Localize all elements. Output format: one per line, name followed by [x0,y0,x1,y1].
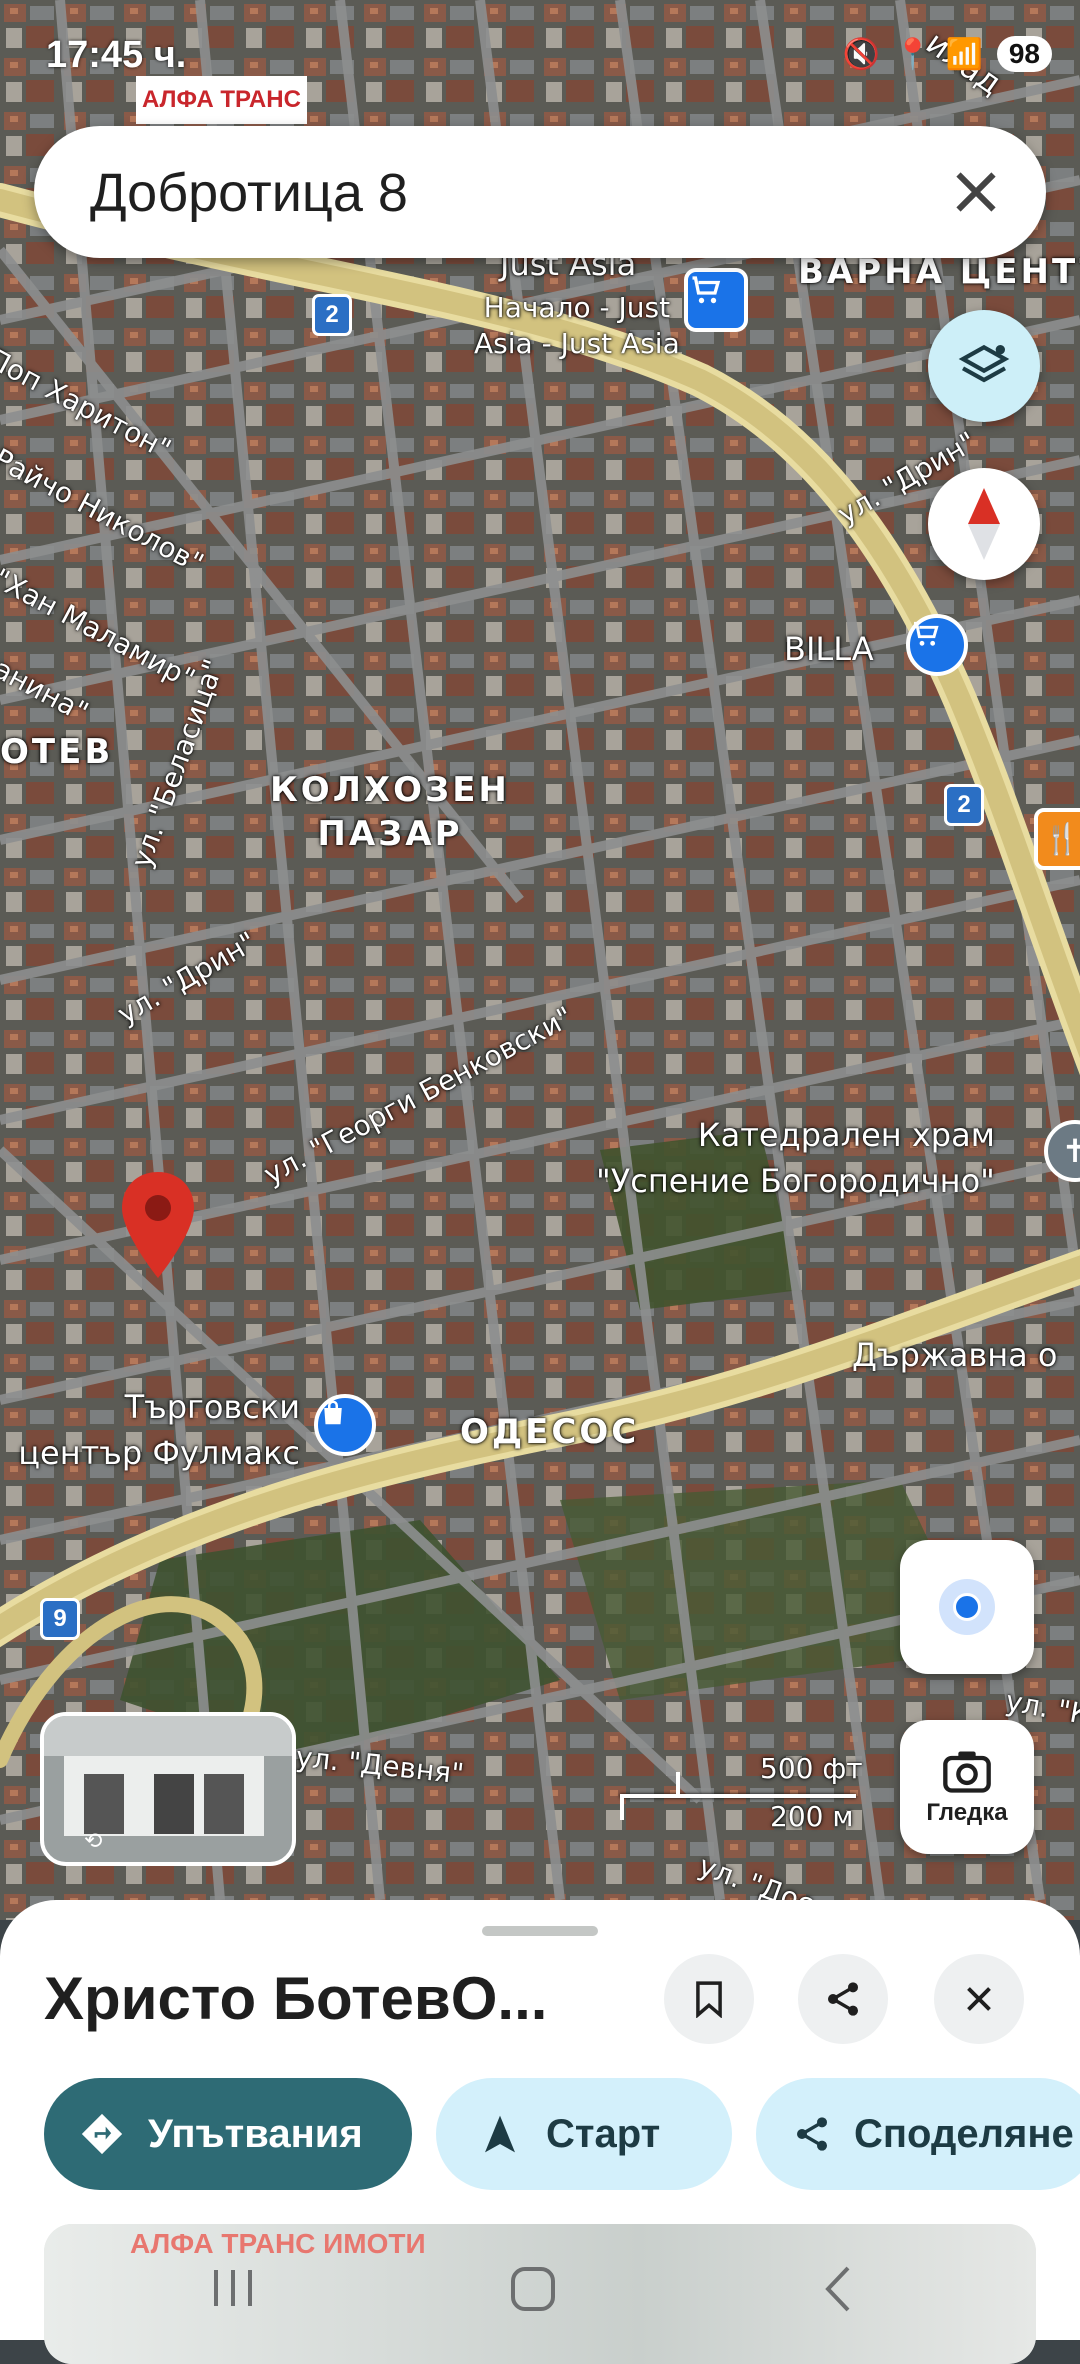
recent-apps-icon[interactable] [208,2266,258,2310]
start-label: Старт [546,2111,661,2156]
share-icon [828,1982,858,2016]
compass-icon [968,488,1000,560]
my-location-icon [939,1579,995,1635]
route-badge: 2 [944,784,984,826]
poi-mall-label[interactable]: Търговски център Фулмакс [0,1384,300,1476]
search-bar[interactable]: Добротица 8 [34,126,1046,258]
location-icon: 📍 [894,37,932,71]
poi-billa-icon[interactable] [906,614,968,676]
home-icon[interactable] [508,2264,558,2314]
compass-button[interactable] [928,468,1040,580]
rotate-360-icon: ⟲ [84,1828,103,1853]
my-location-button[interactable] [900,1540,1034,1674]
route-badge: 2 [312,294,352,336]
cart-icon [914,621,939,646]
watermark-logo-text: АЛФА ТРАНС [142,86,301,113]
poi-justasia-sub: Начало - Just Asia - Just Asia [474,291,680,360]
street-view-thumbnail[interactable]: ⟲ [40,1712,296,1866]
drag-handle[interactable] [482,1926,598,1936]
scale-metric: 200 м [770,1800,854,1833]
battery-indicator: 98 [996,36,1052,72]
streetview-label: Гледка [926,1799,1008,1826]
share-chip-button[interactable]: Споделяне [756,2078,1080,2190]
status-icons: 🔇 📍 📶 98 [843,36,1052,72]
poi-billa-label[interactable]: BILLA [784,630,874,668]
back-icon[interactable] [818,2264,858,2314]
route-badge: 9 [40,1598,80,1640]
directions-label: Упътвания [148,2111,363,2156]
wifi-icon: 📶 [945,37,983,71]
close-icon[interactable] [946,162,1006,222]
navigation-arrow-icon [485,2115,515,2153]
place-title: Христо БотевО... [44,1965,548,2032]
share-icon [797,2117,827,2151]
start-button[interactable]: Старт [436,2078,732,2190]
bookmark-icon [696,1981,722,2018]
mute-icon: 🔇 [842,37,881,71]
search-query[interactable]: Добротица 8 [90,162,408,224]
cross-icon: ✝ [1061,1133,1080,1169]
cart-icon [692,276,721,304]
close-icon [967,1987,991,2011]
streetview-button[interactable]: Гледка [900,1720,1034,1854]
scale-imperial: 500 фт [760,1752,863,1785]
poi-restaurant-icon[interactable]: 🍴 [1034,808,1080,870]
poi-state-label[interactable]: Държавна о [852,1336,1058,1374]
district-market: КОЛХОЗЕН ПАЗАР [270,770,510,854]
poi-cathedral-label[interactable]: Катедрален храм "Успение Богородично" [596,1112,995,1204]
layers-button[interactable] [928,310,1040,422]
share-button[interactable] [798,1954,888,2044]
district-botev: ОТЕВ [0,732,114,772]
status-time: 17:45 ч. [46,34,187,76]
close-sheet-button[interactable] [934,1954,1024,2044]
directions-button[interactable]: Упътвания [44,2078,412,2190]
camera-icon [943,1751,991,1793]
poi-justasia-icon[interactable] [684,268,748,332]
district-odesos: ОДЕСОС [460,1412,640,1452]
fork-icon: 🍴 [1043,822,1080,856]
location-pin-icon[interactable] [118,1170,198,1282]
save-button[interactable] [664,1954,754,2044]
watermark-logo: АЛФА ТРАНС [136,76,307,124]
directions-icon [81,2113,123,2155]
share-label: Споделяне [854,2111,1074,2156]
scale-bar: 500 фт 200 м [620,1752,863,1833]
system-nav-bar [0,2250,1080,2340]
layers-icon [958,344,1010,383]
shopping-bag-icon [324,1400,342,1425]
poi-mall-icon[interactable] [314,1394,376,1456]
